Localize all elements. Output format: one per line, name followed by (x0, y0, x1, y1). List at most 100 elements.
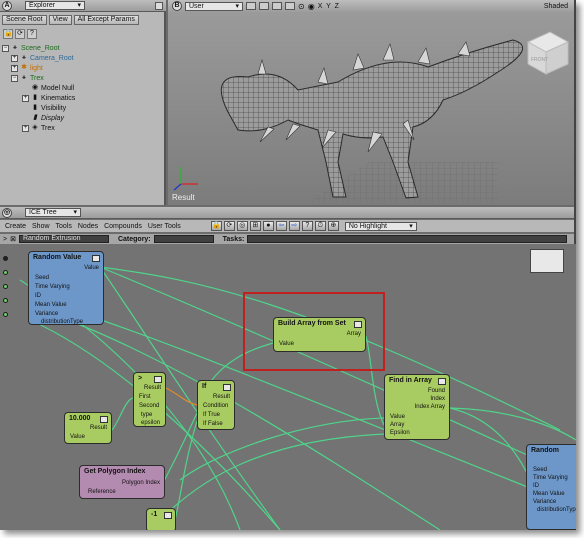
node-menu-icon[interactable] (438, 378, 446, 385)
port-out-index-array[interactable]: Index Array (415, 404, 445, 410)
back-icon[interactable]: ⇦ (275, 221, 287, 231)
node-scalar-constant[interactable]: 10.000 Result Value (64, 412, 112, 444)
compound-name-field[interactable]: Random Extrusion (18, 235, 109, 243)
port-reference[interactable]: Reference (88, 489, 116, 495)
expand-icon[interactable]: + (22, 94, 29, 102)
node-menu-icon[interactable] (164, 512, 172, 519)
port-epsilon[interactable]: epsilon (141, 420, 160, 426)
lock-icon[interactable]: 🔒 (3, 29, 13, 39)
port-second[interactable]: Second (139, 403, 159, 409)
menu-user-tools[interactable]: User Tools (148, 223, 181, 230)
port-mean-value[interactable]: Mean Value (533, 491, 565, 497)
node-greater-than[interactable]: > Result First Second type epsilon (133, 372, 166, 427)
axis-toggles[interactable]: X Y Z (318, 3, 340, 10)
help-icon[interactable]: ? (301, 221, 313, 231)
view-button[interactable]: View (48, 15, 72, 25)
up-arrow-icon[interactable]: > (3, 236, 7, 243)
record-icon[interactable]: ● (262, 221, 274, 231)
port-variance[interactable]: Variance (35, 311, 58, 317)
camera-dropdown[interactable]: User ▾ (185, 1, 243, 11)
collapse-icon[interactable]: − (2, 44, 9, 52)
node-random-value-2[interactable]: Random Seed Time Varying ID Mean Value V… (526, 444, 576, 530)
ice-graph-canvas[interactable]: Random Value Value Seed Time Varying ID … (0, 244, 576, 530)
lock-icon[interactable]: 🔒 (210, 221, 222, 231)
filter-button[interactable]: All Except Params (73, 15, 139, 25)
menu-tools[interactable]: Tools (56, 223, 72, 230)
viewport-canvas[interactable]: FRONT Result (168, 12, 574, 205)
port-out-value[interactable]: Value (84, 265, 99, 271)
exposed-port[interactable] (3, 312, 8, 317)
view-option-icon[interactable] (272, 2, 282, 10)
scene-root-button[interactable]: Scene Root (2, 15, 47, 25)
port-seed[interactable]: Seed (35, 275, 49, 281)
tasks-field[interactable] (247, 235, 568, 243)
port-out-polygon-index[interactable]: Polygon Index (122, 480, 160, 486)
port-if-false[interactable]: If False (203, 421, 223, 427)
port-mean-value[interactable]: Mean Value (35, 302, 67, 308)
ice-title-dropdown[interactable]: ICE Tree ▾ (25, 208, 81, 217)
node-get-polygon-index[interactable]: Get Polygon Index Polygon Index Referenc… (79, 465, 165, 499)
menu-create[interactable]: Create (5, 223, 26, 230)
tree-item-kinematics[interactable]: + ▮ Kinematics (22, 93, 75, 103)
exposed-port[interactable] (3, 270, 8, 275)
graph-navigator[interactable] (530, 249, 564, 273)
menu-show[interactable]: Show (32, 223, 50, 230)
port-out-index[interactable]: Index (430, 396, 445, 402)
camera-icon[interactable]: ⊙ (298, 2, 305, 11)
refresh-icon[interactable]: ⟳ (223, 221, 235, 231)
node-menu-icon[interactable] (100, 416, 108, 423)
port-variance[interactable]: Variance (533, 499, 556, 505)
view-option-icon[interactable] (259, 2, 269, 10)
eye-icon[interactable]: ◉ (308, 2, 315, 11)
view-option-icon[interactable] (246, 2, 256, 10)
port-out-result[interactable]: Result (213, 394, 230, 400)
category-field[interactable] (153, 235, 214, 243)
expand-icon[interactable]: + (11, 64, 18, 72)
explorer-title-dropdown[interactable]: Explorer ▾ (25, 1, 85, 10)
maximize-icon[interactable] (155, 1, 163, 10)
exposed-port[interactable] (3, 284, 8, 289)
collapse-icon[interactable]: − (11, 74, 18, 82)
node-find-in-array[interactable]: Find in Array Found Index Index Array Va… (384, 374, 450, 440)
tree-item-visibility[interactable]: ▮ Visibility (31, 103, 66, 113)
menu-nodes[interactable]: Nodes (78, 223, 98, 230)
port-value[interactable]: Value (390, 414, 405, 420)
node-if[interactable]: If Result Condition If True If False (197, 380, 235, 430)
tree-item-display[interactable]: ▮ Display (31, 113, 64, 123)
timer-icon[interactable]: ⏱ (314, 221, 326, 231)
display-mode[interactable]: Shaded (544, 3, 568, 10)
highlight-select[interactable]: No Highlight ▾ (344, 221, 417, 231)
help-icon[interactable]: ? (27, 29, 37, 39)
port-out-found[interactable]: Found (428, 388, 445, 394)
target-icon[interactable]: ⊕ (327, 221, 339, 231)
tree-item-model-null[interactable]: ◉ Model Null (31, 83, 74, 93)
tree-item-trex-mesh[interactable]: + ◈ Trex (22, 123, 55, 133)
port-time-varying[interactable]: Time Varying (533, 475, 568, 481)
expand-icon[interactable]: + (11, 54, 18, 62)
refresh-icon[interactable]: ⟳ (15, 29, 25, 39)
clear-icon[interactable]: ◎ (236, 221, 248, 231)
port-seed[interactable]: Seed (533, 467, 547, 473)
expand-icon[interactable]: + (22, 124, 29, 132)
exposed-port[interactable] (3, 298, 8, 303)
port-if-true[interactable]: If True (203, 412, 220, 418)
forward-icon[interactable]: ⇨ (288, 221, 300, 231)
tree-item-scene-root[interactable]: − ⚹ Scene_Root (2, 43, 60, 53)
node-minus-one[interactable]: -1 (146, 508, 176, 530)
menu-compounds[interactable]: Compounds (104, 223, 142, 230)
node-menu-icon[interactable] (223, 384, 231, 391)
port-array[interactable]: Array (390, 422, 404, 428)
port-first[interactable]: First (139, 394, 151, 400)
port-distribution-type[interactable]: distributionType (537, 507, 576, 513)
close-icon[interactable]: ⊠ (10, 235, 16, 243)
exposed-port[interactable] (3, 256, 8, 261)
tree-item-light[interactable]: + ✱ light (11, 63, 43, 73)
view-cube-icon[interactable] (526, 31, 570, 75)
port-out-result[interactable]: Result (90, 425, 107, 431)
port-id[interactable]: ID (35, 293, 41, 299)
port-out-result[interactable]: Result (144, 385, 161, 391)
tree-item-camera-root[interactable]: + ⚹ Camera_Root (11, 53, 74, 63)
node-menu-icon[interactable] (154, 376, 162, 383)
port-epsilon[interactable]: Epsilon (390, 430, 410, 436)
port-condition[interactable]: Condition (203, 403, 228, 409)
